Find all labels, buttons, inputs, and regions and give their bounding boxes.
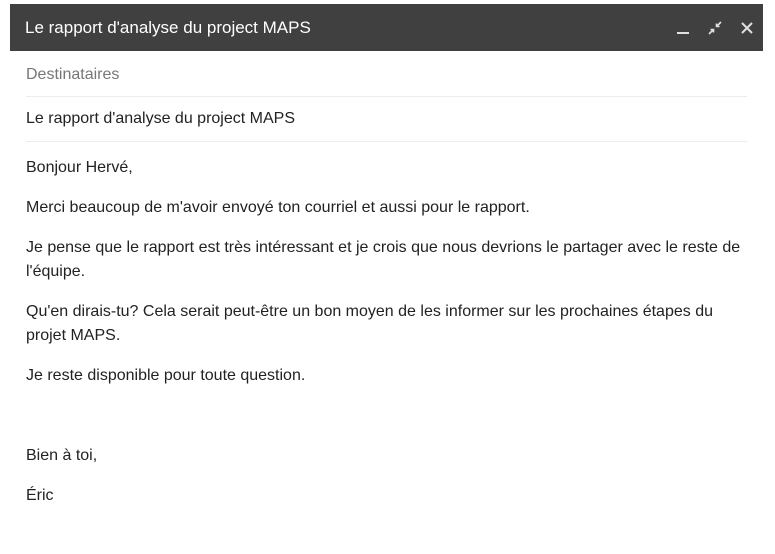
subject-field[interactable]: Le rapport d'analyse du project MAPS xyxy=(26,97,747,142)
recipients-placeholder: Destinataires xyxy=(26,65,120,83)
message-paragraph-3: Qu'en dirais-tu? Cela serait peut-être u… xyxy=(26,303,713,344)
message-body[interactable]: Bonjour Hervé, Merci beaucoup de m'avoir… xyxy=(10,142,763,508)
recipients-field[interactable]: Destinataires xyxy=(26,51,747,97)
message-paragraph-2: Je pense que le rapport est très intéres… xyxy=(26,239,741,280)
message-paragraph-1: Merci beaucoup de m'avoir envoyé ton cou… xyxy=(26,199,530,216)
window-title: Le rapport d'analyse du project MAPS xyxy=(25,17,311,37)
minimize-icon[interactable] xyxy=(667,4,699,51)
message-paragraph-4: Je reste disponible pour toute question. xyxy=(26,367,306,384)
compose-titlebar[interactable]: Le rapport d'analyse du project MAPS xyxy=(10,4,763,51)
subject-value: Le rapport d'analyse du project MAPS xyxy=(26,110,295,127)
compose-window: Le rapport d'analyse du project MAPS Des… xyxy=(10,4,763,554)
exit-fullscreen-icon[interactable] xyxy=(699,4,731,51)
message-signature: Éric xyxy=(26,487,54,504)
window-controls xyxy=(667,4,763,51)
message-closing: Bien à toi, xyxy=(26,447,98,464)
close-icon[interactable] xyxy=(731,4,763,51)
message-greeting: Bonjour Hervé, xyxy=(26,159,133,176)
